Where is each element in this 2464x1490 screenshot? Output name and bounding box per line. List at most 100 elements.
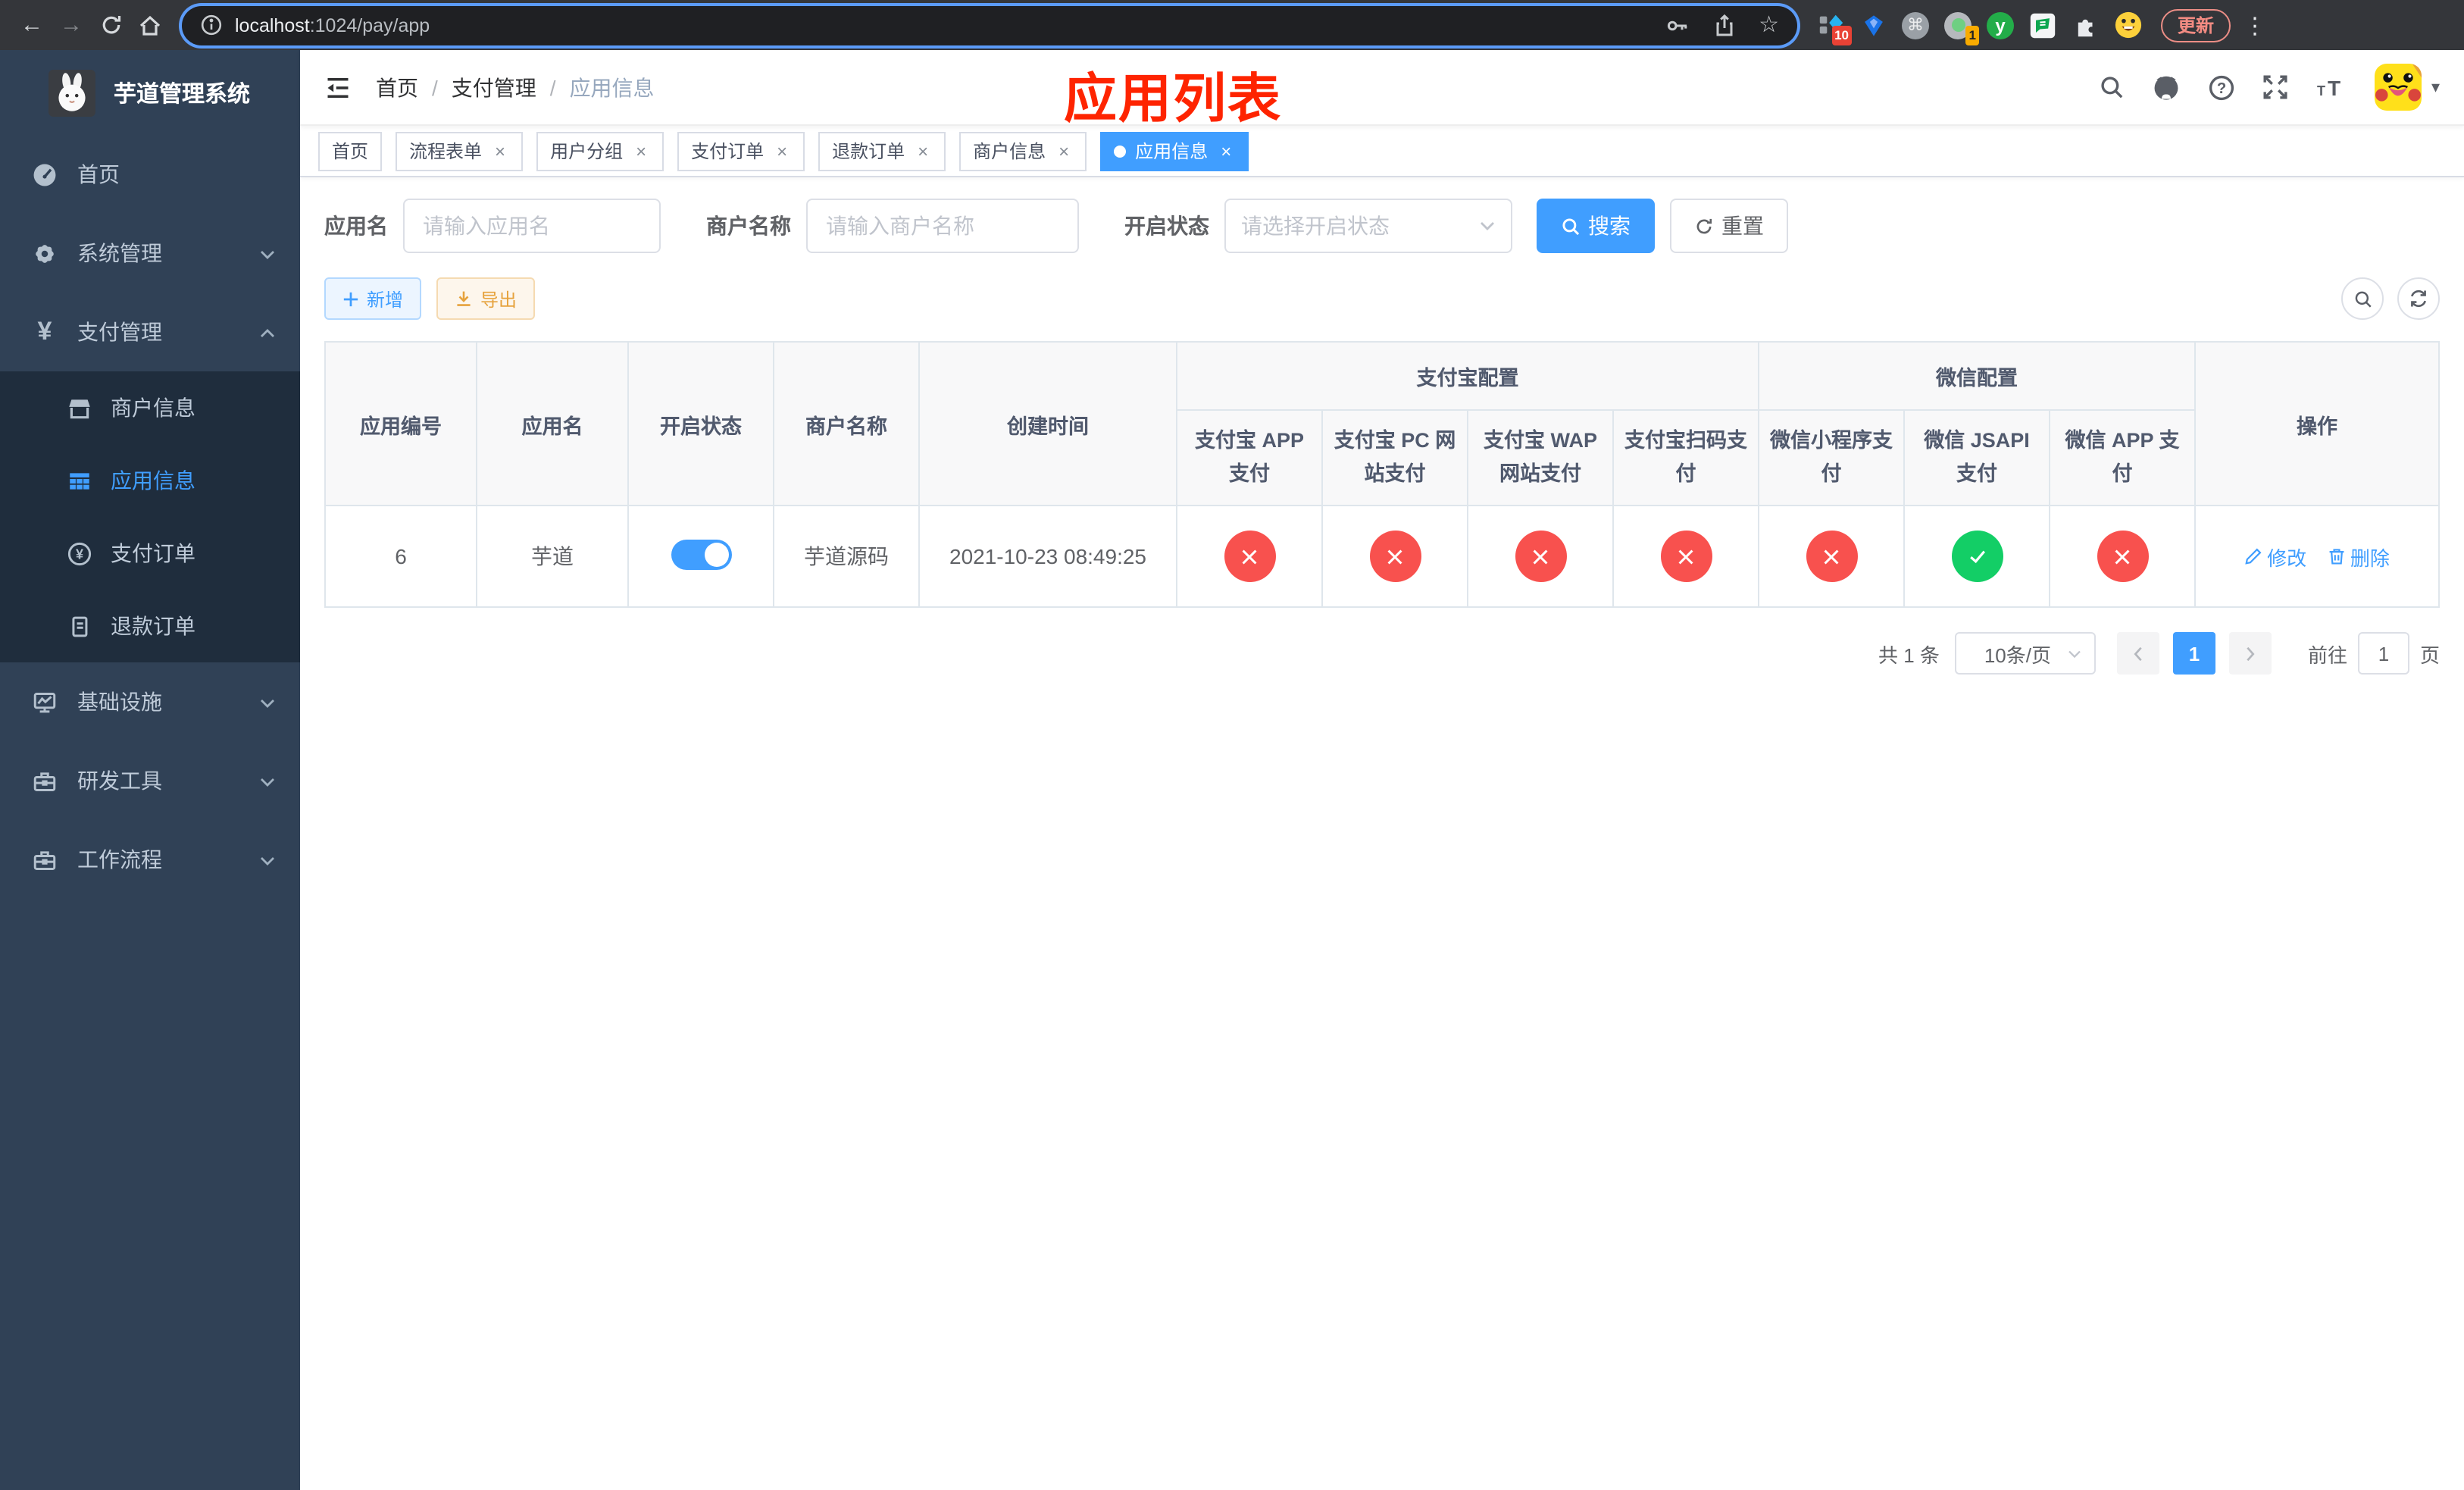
tag-label: 商户信息 [973, 141, 1046, 162]
search-button[interactable]: 搜索 [1537, 199, 1655, 253]
app-name-input[interactable] [403, 199, 661, 253]
app-name-label: 应用名 [324, 214, 388, 238]
logo-image [48, 69, 95, 116]
page-number-1[interactable]: 1 [2172, 632, 2215, 675]
sidebar-collapse-icon[interactable] [324, 74, 352, 101]
download-icon [457, 291, 471, 306]
tags-view-bar: 首页 流程表单 用户分组 支付订单 退款订单 商户信息 应用信息 [300, 126, 2464, 177]
page-unit-label: 页 [2419, 643, 2440, 666]
page-annotation: 应用列表 [1064, 70, 1283, 129]
status-label: 开启状态 [1124, 214, 1209, 238]
sidebar-item-home[interactable]: 首页 [0, 135, 300, 214]
sidebar-item-merchant-info[interactable]: 商户信息 [0, 371, 300, 444]
sidebar-item-dev-tools[interactable]: 研发工具 [0, 741, 300, 820]
extension-y-icon[interactable]: y [1985, 10, 2015, 40]
sidebar-item-infrastructure[interactable]: 基础设施 [0, 662, 300, 741]
sidebar-item-workflow[interactable]: 工作流程 [0, 820, 300, 899]
sidebar-menu: 首页 系统管理 ¥ 支付管理 商户信息 应用信息 ¥ 支付订单 退款订单 基础设… [0, 135, 300, 899]
sidebar-item-app-info[interactable]: 应用信息 [0, 444, 300, 517]
close-icon[interactable] [491, 140, 509, 161]
main-area: 首页 支付管理 应用信息 应用列表 ? [300, 50, 2464, 1490]
extension-chat-icon[interactable] [2028, 10, 2058, 40]
site-info-icon[interactable] [200, 14, 223, 36]
avatar[interactable] [2375, 64, 2422, 111]
breadcrumb-home[interactable]: 首页 [376, 72, 418, 102]
search-button-label: 搜索 [1588, 214, 1631, 238]
toggle-search-button[interactable] [2341, 277, 2384, 320]
extension-emoji-icon[interactable] [2112, 10, 2143, 40]
close-icon[interactable] [1217, 140, 1235, 161]
goto-page-input[interactable] [2357, 632, 2409, 675]
browser-reload-icon[interactable] [91, 5, 130, 45]
status-icon-error [1369, 531, 1421, 582]
github-icon[interactable] [2139, 73, 2195, 102]
tag-user-group[interactable]: 用户分组 [536, 131, 664, 171]
refresh-icon [1696, 218, 1712, 233]
svg-text:¥: ¥ [76, 546, 83, 561]
app-table: 应用编号 应用名 开启状态 商户名称 创建时间 支付宝配置 微信配置 操作 支付… [324, 341, 2440, 608]
caret-down-icon[interactable]: ▾ [2431, 77, 2440, 97]
add-button[interactable]: 新增 [324, 277, 422, 320]
sidebar-item-system[interactable]: 系统管理 [0, 214, 300, 293]
col-header-app-id: 应用编号 [324, 341, 477, 506]
browser-menu-icon[interactable]: ⋮ [2243, 11, 2267, 39]
bookmark-star-icon[interactable]: ☆ [1759, 14, 1779, 36]
merchant-name-label: 商户名称 [706, 214, 791, 238]
refresh-button[interactable] [2397, 277, 2440, 320]
browser-forward-icon[interactable]: → [52, 5, 91, 45]
yen-circle-icon: ¥ [67, 540, 92, 566]
extension-balloon-icon[interactable] [1858, 10, 1888, 40]
browser-back-icon[interactable]: ← [12, 5, 52, 45]
browser-update-button[interactable]: 更新 [2161, 8, 2231, 42]
app-logo[interactable]: 芋道管理系统 [0, 50, 300, 135]
search-icon[interactable] [2086, 74, 2139, 100]
address-bar[interactable]: localhost:1024/pay/app ☆ [182, 5, 1797, 45]
status-select[interactable]: 请选择开启状态 [1224, 199, 1512, 253]
sidebar-item-label: 支付管理 [77, 320, 162, 344]
close-icon[interactable] [632, 140, 650, 161]
tag-home[interactable]: 首页 [318, 131, 383, 171]
close-icon[interactable] [1055, 140, 1073, 161]
close-icon[interactable] [773, 140, 791, 161]
tag-merchant-info[interactable]: 商户信息 [959, 131, 1087, 171]
tag-process-form[interactable]: 流程表单 [396, 131, 524, 171]
close-icon[interactable] [914, 140, 932, 161]
page-content: 应用名 商户名称 开启状态 请选择开启状态 搜索 [300, 177, 2464, 705]
password-key-icon[interactable] [1665, 13, 1689, 37]
goto-label: 前往 [2307, 643, 2347, 666]
reset-button-label: 重置 [1721, 214, 1764, 238]
sidebar-item-pay-order[interactable]: ¥ 支付订单 [0, 517, 300, 590]
col-header-wx-jsapi: 微信 JSAPI 支付 [1903, 409, 2050, 506]
tag-pay-order[interactable]: 支付订单 [677, 131, 805, 171]
sidebar-item-payment[interactable]: ¥ 支付管理 [0, 293, 300, 371]
tag-app-info[interactable]: 应用信息 [1100, 131, 1249, 171]
fullscreen-icon[interactable] [2250, 74, 2303, 100]
pencil-icon [2245, 548, 2262, 565]
cell-wx-lite [1758, 505, 1905, 608]
chevron-up-icon [259, 320, 276, 344]
share-icon[interactable] [1712, 13, 1736, 37]
extension-recorder-icon[interactable]: 1 [1943, 10, 1979, 45]
extension-command-icon[interactable]: ⌘ [1900, 10, 1931, 40]
export-button-label: 导出 [480, 289, 518, 310]
font-size-icon[interactable]: TT [2303, 75, 2360, 99]
help-icon[interactable]: ? [2195, 74, 2250, 101]
prev-page-button[interactable] [2116, 632, 2159, 675]
delete-button[interactable]: 删除 [2328, 542, 2390, 571]
tag-refund-order[interactable]: 退款订单 [818, 131, 946, 171]
merchant-name-input[interactable] [806, 199, 1079, 253]
extension-pinned-icon[interactable]: 10 [1815, 10, 1852, 45]
next-page-button[interactable] [2228, 632, 2272, 675]
browser-home-icon[interactable] [130, 5, 170, 45]
breadcrumb-payment[interactable]: 支付管理 [452, 72, 536, 102]
page-size-select[interactable]: 10条/页 [1954, 632, 2096, 675]
app-window: 芋道管理系统 首页 系统管理 ¥ 支付管理 商户信息 应用信息 ¥ 支付订单 退… [0, 50, 2464, 1490]
status-toggle[interactable] [671, 539, 731, 569]
cell-alipay-qr [1612, 505, 1759, 608]
extensions-puzzle-icon[interactable] [2070, 10, 2100, 40]
edit-button-label: 修改 [2267, 546, 2307, 569]
export-button[interactable]: 导出 [436, 277, 536, 320]
edit-button[interactable]: 修改 [2244, 542, 2306, 571]
sidebar-item-refund-order[interactable]: 退款订单 [0, 590, 300, 662]
reset-button[interactable]: 重置 [1670, 199, 1788, 253]
